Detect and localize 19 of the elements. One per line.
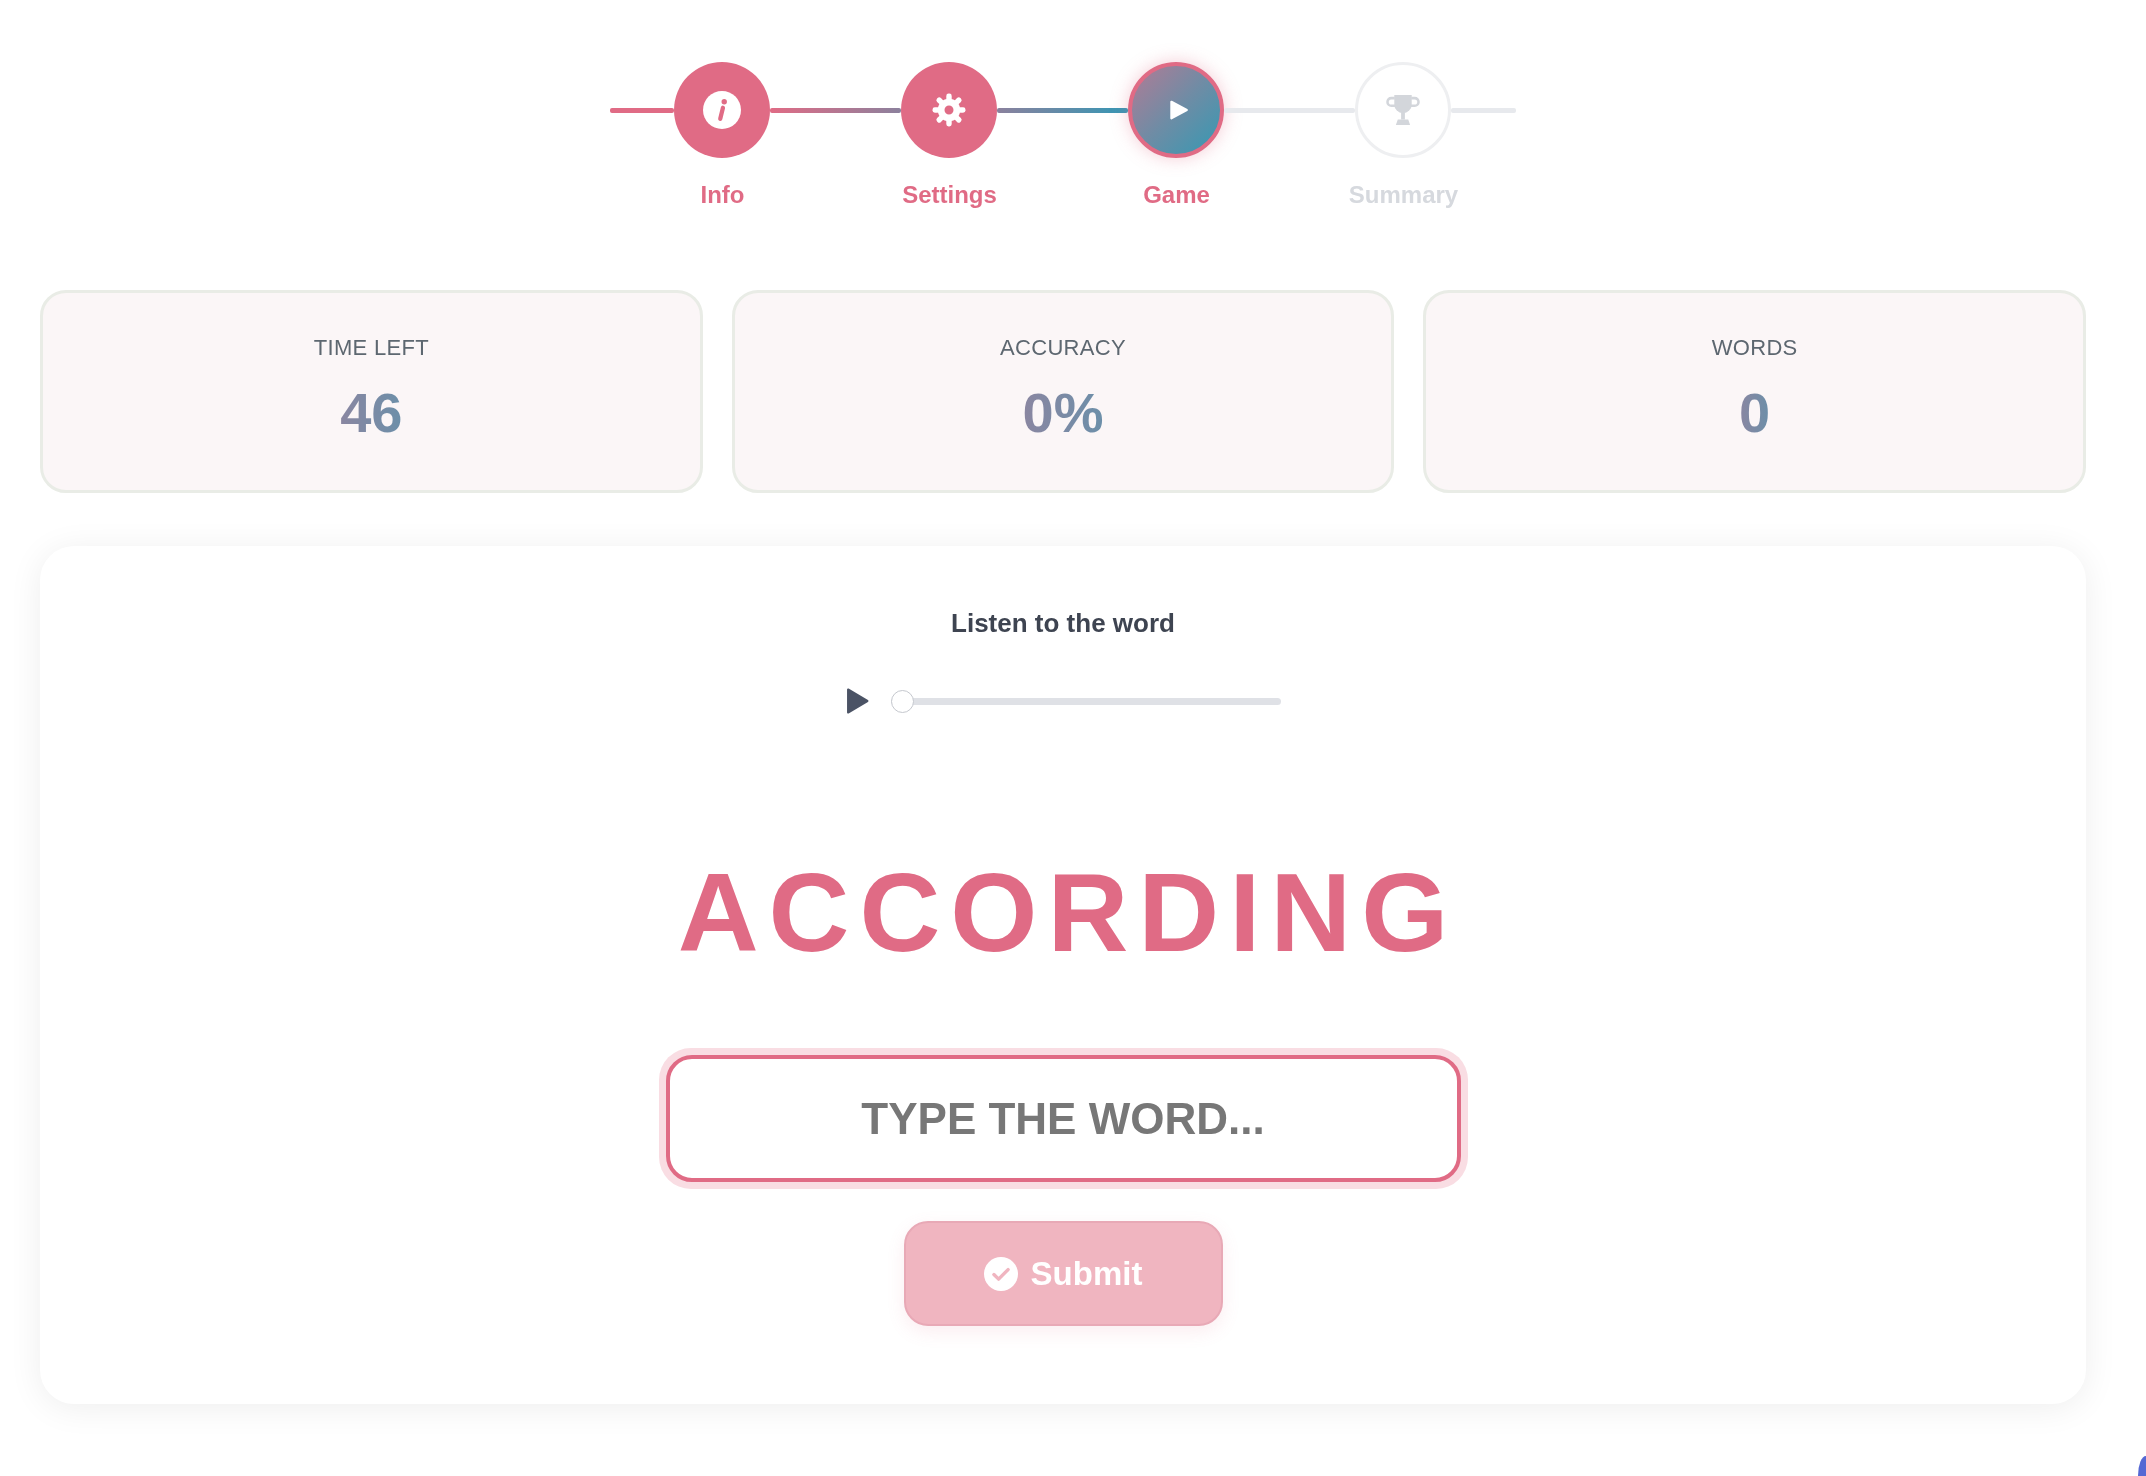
- progress-line: [610, 107, 674, 113]
- step-label: Info: [700, 180, 745, 210]
- floating-button[interactable]: [2138, 1456, 2146, 1476]
- check-circle-icon: [983, 1256, 1018, 1291]
- answer-field[interactable]: TYPE THE WORD...: [658, 1048, 1468, 1189]
- play-icon[interactable]: [845, 687, 869, 715]
- step-label: Game: [1143, 180, 1210, 210]
- slider-thumb[interactable]: [890, 689, 914, 713]
- info-icon: [703, 91, 741, 129]
- stat-label: TIME LEFT: [313, 335, 429, 361]
- progress-line: [1451, 107, 1516, 113]
- play-icon: [1167, 99, 1189, 121]
- prompt-text: Listen to the word: [951, 607, 1175, 640]
- settings-icon: [931, 92, 967, 128]
- step-label: Settings: [902, 180, 997, 210]
- stat-label: WORDS: [1711, 335, 1798, 361]
- stat-label: ACCURACY: [1000, 335, 1126, 361]
- target-word: ACCORDING: [676, 849, 1459, 977]
- step-circle[interactable]: [1128, 62, 1224, 158]
